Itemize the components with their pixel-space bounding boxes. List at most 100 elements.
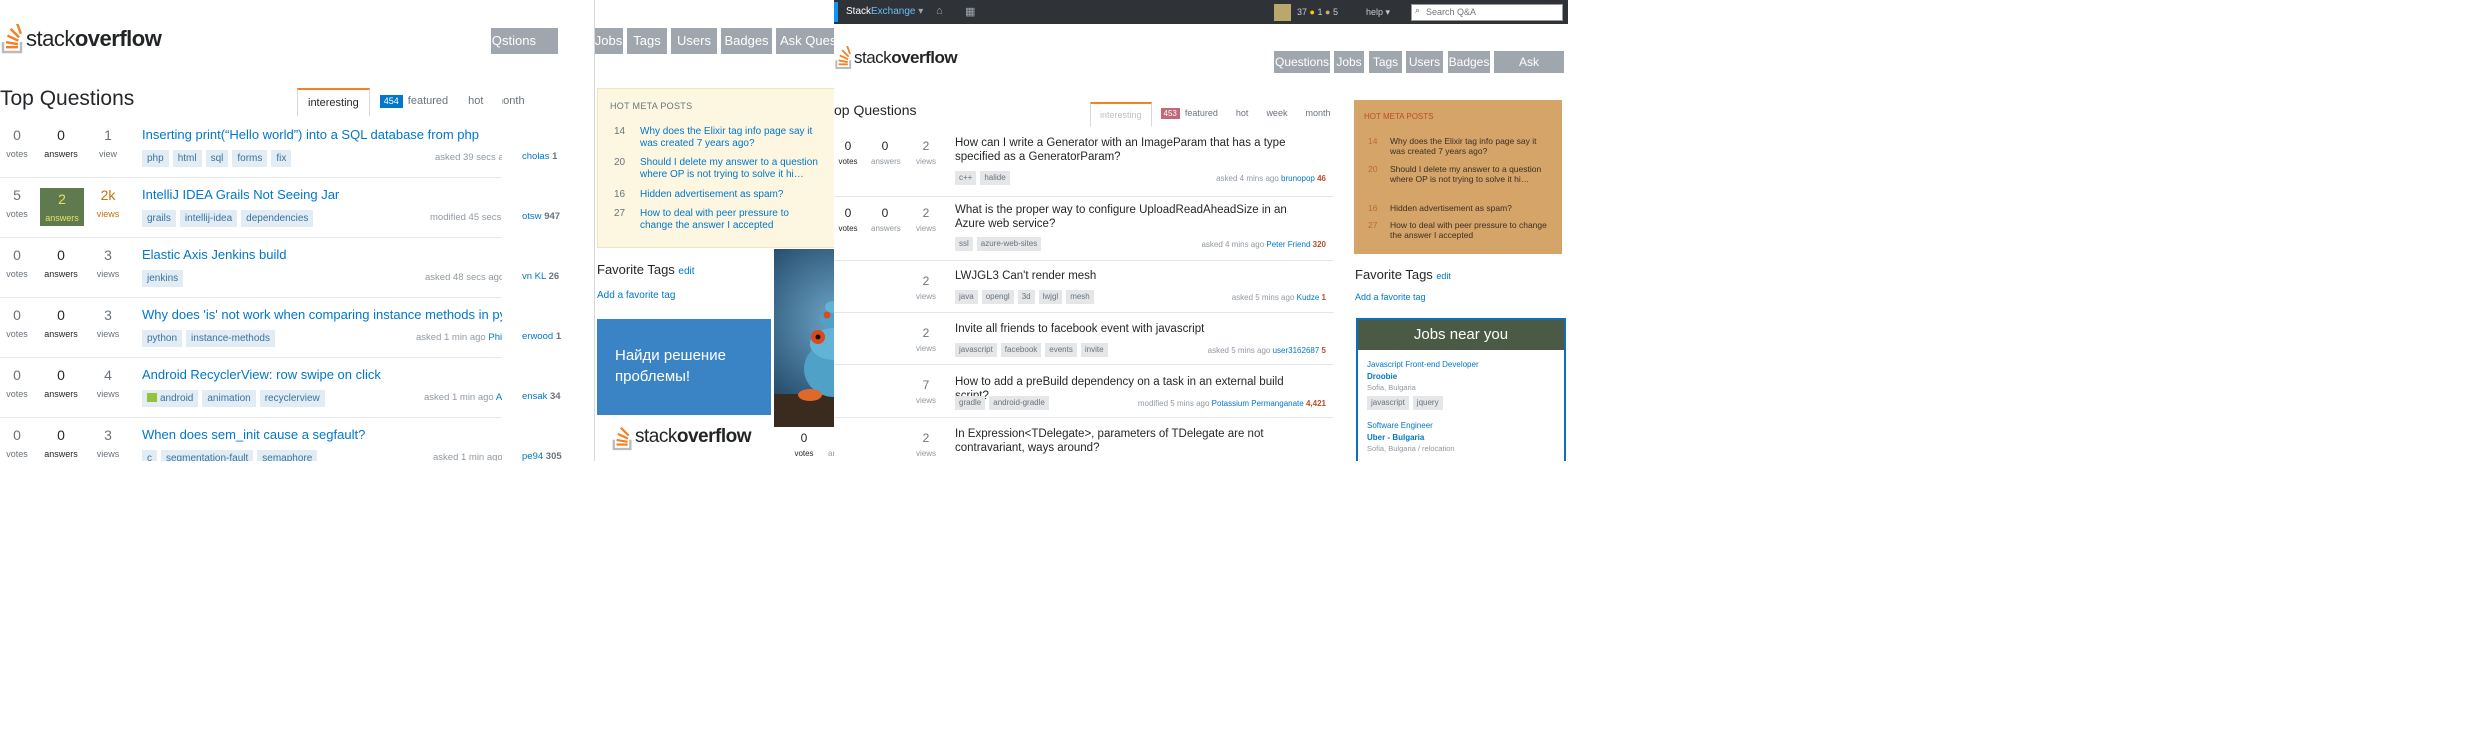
- hot-meta-link[interactable]: Why does the Elixir tag info page say it…: [640, 126, 824, 150]
- tag-fix[interactable]: fix: [271, 150, 292, 167]
- tag-instance-methods[interactable]: instance-methods: [186, 330, 275, 347]
- tag-forms[interactable]: forms: [232, 150, 268, 167]
- job-title[interactable]: Javascript Front-end Developer: [1367, 360, 1557, 369]
- add-favorite-tag-link[interactable]: Add a favorite tag: [1355, 292, 1426, 302]
- question-user-link[interactable]: Kudze: [1297, 293, 1320, 302]
- inbox-icon[interactable]: ⌂: [936, 5, 950, 19]
- stackexchange-menu[interactable]: StackExchange ▾: [846, 6, 923, 17]
- tag-semaphore[interactable]: semaphore: [257, 450, 318, 461]
- help-menu[interactable]: help ▾: [1366, 7, 1390, 18]
- hot-meta-link[interactable]: Should I delete my answer to a question …: [1390, 164, 1550, 184]
- hot-meta-link[interactable]: How to deal with peer pressure to change…: [640, 208, 824, 232]
- stackoverflow-logo[interactable]: stackoverflow: [0, 24, 162, 54]
- question-title-link[interactable]: LWJGL3 Can't render mesh: [955, 269, 1315, 283]
- hot-meta-link[interactable]: Should I delete my answer to a question …: [640, 157, 824, 181]
- question-title-link[interactable]: Elastic Axis Jenkins build: [142, 247, 287, 262]
- tag-facebook[interactable]: facebook: [1000, 343, 1042, 357]
- job-listing[interactable]: Software Engineer Uber - Bulgaria Sofia,…: [1367, 421, 1557, 453]
- question-user-link[interactable]: Peter Friend: [1266, 240, 1310, 249]
- hot-meta-link[interactable]: How to deal with peer pressure to change…: [1390, 220, 1550, 240]
- avatar[interactable]: [1274, 4, 1291, 21]
- search-box[interactable]: ⌕: [1411, 4, 1563, 21]
- tag-dependencies[interactable]: dependencies: [241, 210, 314, 227]
- nav-questions[interactable]: stions: [502, 28, 558, 54]
- question-user-link[interactable]: brunopop: [1281, 174, 1315, 183]
- tag-html[interactable]: html: [172, 150, 202, 167]
- hot-meta-link[interactable]: Hidden advertisement as spam?: [640, 189, 824, 201]
- tag-android[interactable]: android: [142, 390, 199, 407]
- question-user-link[interactable]: user3162687: [1273, 346, 1320, 355]
- tag-javascript[interactable]: javascript: [955, 343, 997, 357]
- question-title-link[interactable]: In Expression<TDelegate>, parameters of …: [955, 427, 1315, 455]
- tag-opengl[interactable]: opengl: [981, 290, 1014, 304]
- tag-3d[interactable]: 3d: [1017, 290, 1035, 304]
- question-title-link[interactable]: How can I write a Generator with an Imag…: [955, 136, 1315, 164]
- question-title-link[interactable]: When does sem_init cause a segfault?: [142, 427, 365, 442]
- question-title-link[interactable]: Why does 'is' not work when comparing in…: [142, 307, 502, 322]
- tab-hot[interactable]: hot: [1227, 102, 1258, 124]
- job-listing[interactable]: Javascript Front-end Developer Droobie S…: [1367, 360, 1557, 410]
- tab-week[interactable]: week: [1257, 102, 1296, 124]
- achievements-icon[interactable]: ▦: [965, 5, 979, 19]
- tag-python[interactable]: python: [142, 330, 183, 347]
- nav-tags[interactable]: Tags: [1369, 51, 1402, 73]
- tab-hot[interactable]: hot: [458, 88, 493, 115]
- hot-meta-link[interactable]: Why does the Elixir tag info page say it…: [1390, 136, 1550, 156]
- tab-featured[interactable]: 454 featured: [370, 88, 458, 115]
- nav-questions[interactable]: Questions: [1274, 51, 1330, 73]
- tag-mesh[interactable]: mesh: [1066, 290, 1094, 304]
- tag-android-gradle[interactable]: android-gradle: [989, 396, 1049, 410]
- nav-questions[interactable]: Questions: [491, 28, 502, 54]
- tag-php[interactable]: php: [142, 150, 169, 167]
- question-title-link[interactable]: Invite all friends to facebook event wit…: [955, 322, 1315, 336]
- search-input[interactable]: [1426, 5, 1556, 18]
- nav-users[interactable]: Users: [671, 28, 717, 54]
- tag-java[interactable]: java: [955, 290, 978, 304]
- user-link[interactable]: vn KL: [522, 271, 546, 282]
- user-link[interactable]: ensak: [522, 391, 547, 402]
- tag-cpp[interactable]: c++: [955, 171, 977, 185]
- tab-month[interactable]: month: [1296, 102, 1339, 124]
- tag-animation[interactable]: animation: [202, 390, 256, 407]
- tab-week[interactable]: we: [493, 88, 502, 115]
- stackoverflow-logo[interactable]: stackoverflow: [834, 46, 958, 70]
- tag-invite[interactable]: invite: [1080, 343, 1108, 357]
- tab-featured[interactable]: 453 featured: [1152, 102, 1227, 124]
- question-user-link[interactable]: Potassium Permanganate: [1212, 399, 1304, 408]
- tag-halide[interactable]: halide: [980, 171, 1010, 185]
- job-title[interactable]: Software Engineer: [1367, 421, 1557, 430]
- tag-grails[interactable]: grails: [142, 210, 176, 227]
- tag-recyclerview[interactable]: recyclerview: [259, 390, 325, 407]
- nav-badges[interactable]: Badges: [721, 28, 772, 54]
- job-tag[interactable]: javascript: [1367, 396, 1409, 410]
- tag-c[interactable]: c: [142, 450, 157, 461]
- tag-gradle[interactable]: gradle: [955, 396, 986, 410]
- tag-segmentation-fault[interactable]: segmentation-fault: [161, 450, 254, 461]
- question-title-link[interactable]: What is the proper way to configure Uplo…: [955, 203, 1315, 231]
- advertisement-banner[interactable]: Найди решение проблемы! stackoverflow: [597, 319, 771, 461]
- user-link[interactable]: cholas: [522, 151, 549, 162]
- question-title-link[interactable]: Inserting print(“Hello world”) into a SQ…: [142, 127, 479, 142]
- question-title-link[interactable]: Android RecyclerView: row swipe on click: [142, 367, 381, 382]
- nav-users[interactable]: Users: [1406, 51, 1443, 73]
- user-link[interactable]: otsw: [522, 211, 542, 222]
- tag-intellij-idea[interactable]: intellij-idea: [179, 210, 238, 227]
- add-favorite-tag-link[interactable]: Add a favorite tag: [597, 290, 675, 301]
- tag-jenkins[interactable]: jenkins: [142, 270, 184, 287]
- nav-badges[interactable]: Badges: [1448, 51, 1490, 73]
- tag-events[interactable]: events: [1045, 343, 1077, 357]
- nav-ask-question[interactable]: Ask Question: [1494, 51, 1564, 91]
- user-link[interactable]: erwood: [522, 331, 553, 342]
- tag-azure-web-sites[interactable]: azure-web-sites: [976, 237, 1042, 251]
- question-user-link[interactable]: Phil: [488, 332, 502, 343]
- hot-meta-link[interactable]: Hidden advertisement as spam?: [1390, 203, 1550, 213]
- nav-jobs[interactable]: Jobs: [595, 28, 623, 54]
- tag-ssl[interactable]: ssl: [955, 237, 973, 251]
- tab-interesting[interactable]: interesting: [1090, 102, 1152, 127]
- nav-jobs[interactable]: Jobs: [1334, 51, 1364, 73]
- user-link[interactable]: pe94: [522, 451, 543, 461]
- nav-ask-question[interactable]: Ask Question: [776, 28, 835, 54]
- tab-month[interactable]: month: [502, 95, 525, 107]
- edit-favorite-tags-link[interactable]: edit: [678, 266, 694, 277]
- edit-favorite-tags-link[interactable]: edit: [1436, 271, 1451, 281]
